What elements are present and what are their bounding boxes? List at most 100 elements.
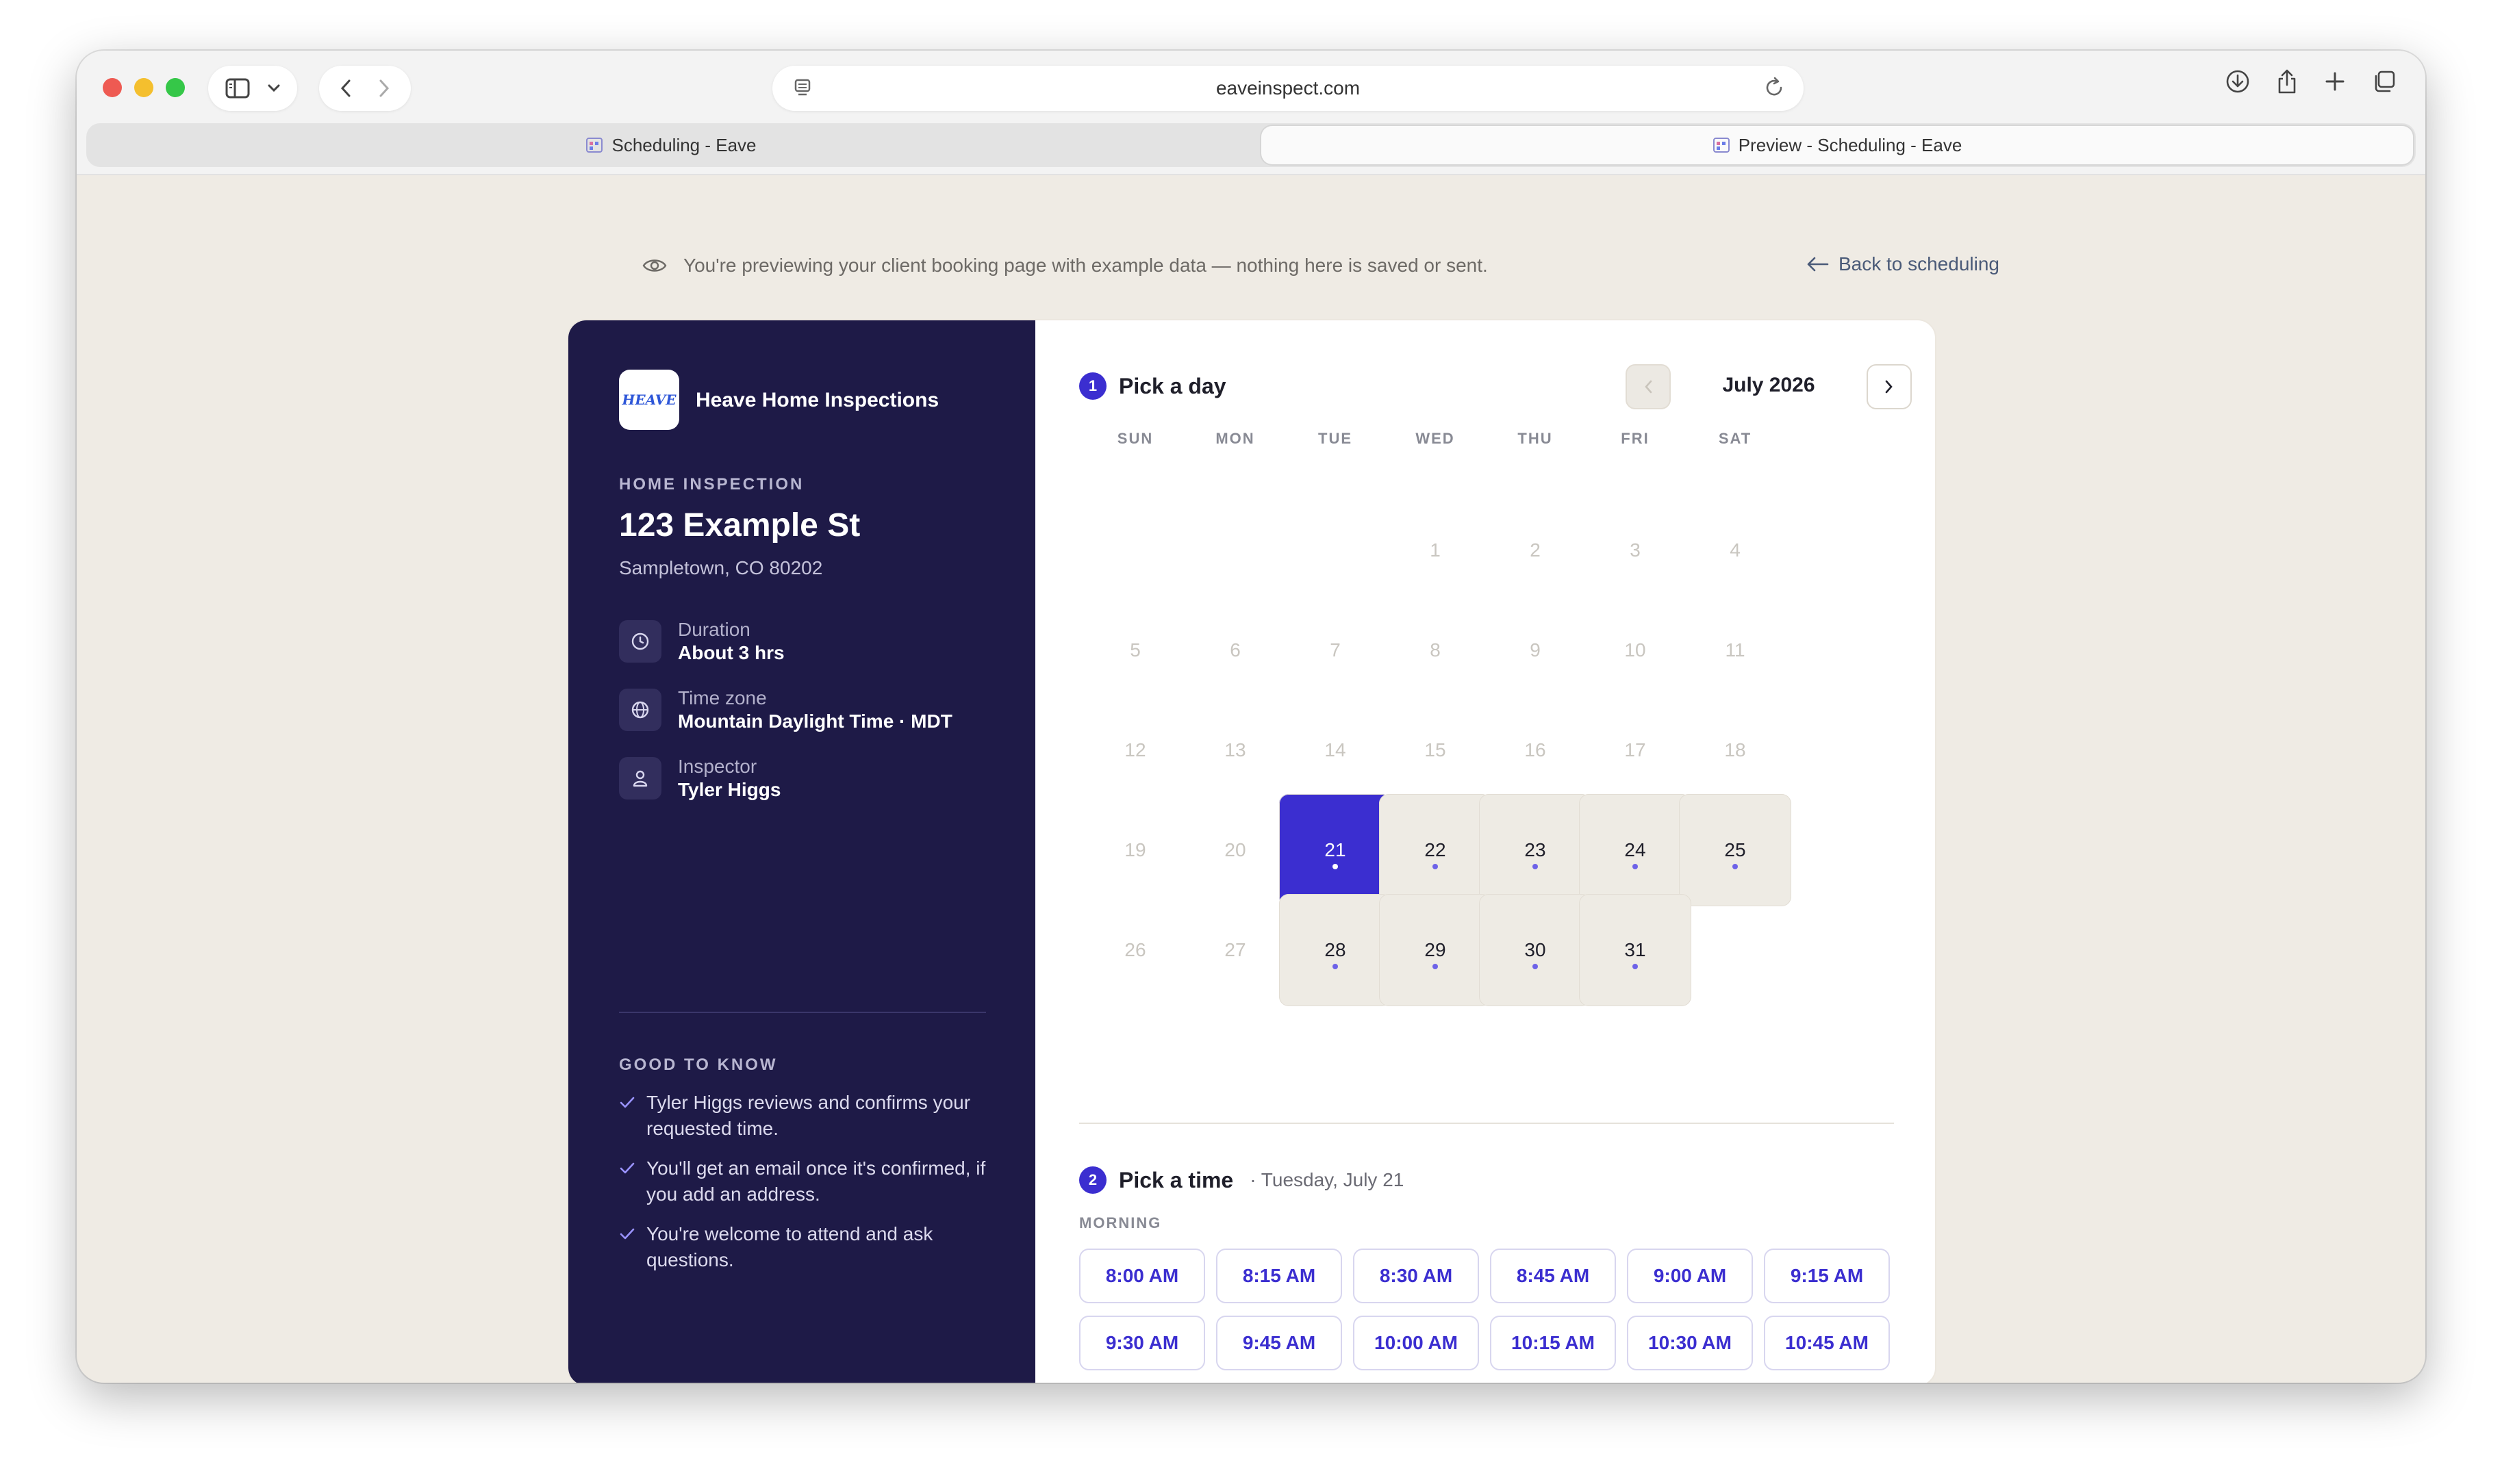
history-nav [319, 66, 411, 111]
step-title: Pick a day [1119, 373, 1226, 398]
calendar-day-unavailable: 5 [1079, 594, 1191, 706]
address-bar[interactable]: eaveinspect.com [772, 66, 1804, 111]
calendar-day-unavailable: 7 [1279, 594, 1391, 706]
day-number: 19 [1124, 839, 1146, 860]
weekday-label: TUE [1318, 430, 1352, 447]
zoom-window-button[interactable] [166, 78, 185, 97]
day-number: 6 [1230, 639, 1241, 661]
time-slot-button[interactable]: 8:00 AM [1079, 1249, 1205, 1303]
tab-scheduling[interactable]: Scheduling - Eave [86, 126, 1256, 164]
day-number: 5 [1130, 639, 1141, 661]
previous-month-button[interactable] [1626, 364, 1671, 409]
globe-icon [619, 689, 661, 731]
selected-date-subtitle: · Tuesday, July 21 [1250, 1169, 1404, 1190]
day-number: 18 [1724, 739, 1746, 760]
calendar-day-unavailable: 10 [1579, 594, 1691, 706]
download-icon[interactable] [2225, 69, 2250, 94]
time-slot-button[interactable]: 8:45 AM [1490, 1249, 1616, 1303]
close-window-button[interactable] [103, 78, 122, 97]
calendar-day-available[interactable]: 23 [1479, 794, 1591, 906]
chevron-left-icon [1645, 380, 1652, 394]
day-number: 31 [1624, 939, 1646, 960]
good-to-know-text: You're welcome to attend and ask questio… [646, 1223, 933, 1270]
day-number: 30 [1524, 939, 1546, 960]
time-slot-button[interactable]: 10:45 AM [1764, 1316, 1890, 1370]
time-slot-button[interactable]: 8:15 AM [1216, 1249, 1342, 1303]
calendar-day-available[interactable]: 25 [1679, 794, 1791, 906]
sidebar-toggle-button[interactable] [208, 66, 297, 111]
time-slot-button[interactable]: 8:30 AM [1353, 1249, 1479, 1303]
day-number: 1 [1430, 539, 1441, 561]
tab-overview-icon[interactable] [2372, 69, 2397, 94]
day-number: 11 [1725, 639, 1745, 661]
next-month-button[interactable] [1867, 364, 1912, 409]
availability-dot [1632, 964, 1638, 969]
day-number: 26 [1124, 939, 1146, 960]
booking-card: HEAVE Heave Home Inspections HOME INSPEC… [567, 319, 1936, 1383]
calendar-day-unavailable: 14 [1279, 694, 1391, 806]
good-to-know-title: GOOD TO KNOW [619, 1056, 778, 1074]
booking-summary-panel: HEAVE Heave Home Inspections HOME INSPEC… [568, 320, 1035, 1383]
good-to-know-item: You'll get an email once it's confirmed,… [619, 1155, 989, 1207]
time-slot-button[interactable]: 9:15 AM [1764, 1249, 1890, 1303]
calendar-day-unavailable: 15 [1379, 694, 1491, 806]
sidebar-icon [225, 78, 250, 99]
weekday-label: WED [1415, 430, 1455, 447]
back-icon[interactable] [340, 79, 351, 98]
time-slot-button[interactable]: 9:30 AM [1079, 1316, 1205, 1370]
calendar-day-available[interactable]: 28 [1279, 894, 1391, 1006]
clock-icon [619, 620, 661, 663]
calendar-day-unavailable: 11 [1679, 594, 1791, 706]
weekday-label: FRI [1621, 430, 1650, 447]
day-number: 9 [1530, 639, 1541, 661]
share-icon[interactable] [2276, 68, 2298, 94]
reload-icon[interactable] [1764, 77, 1784, 99]
minimize-window-button[interactable] [134, 78, 153, 97]
calendar-day-selected[interactable]: 21 [1279, 794, 1391, 906]
tab-bar: Scheduling - Eave Preview - Scheduling -… [86, 123, 2416, 167]
inspector-row: Inspector Tyler Higgs [619, 756, 781, 802]
availability-dot [1432, 964, 1438, 969]
back-to-scheduling-link[interactable]: Back to scheduling [1806, 253, 1999, 275]
logo-text: HEAVE [622, 392, 677, 408]
day-number: 20 [1224, 839, 1246, 860]
eave-favicon-icon [1713, 138, 1730, 153]
calendar-day-unavailable: 1 [1379, 494, 1491, 606]
calendar-day-available[interactable]: 31 [1579, 894, 1691, 1006]
time-slot-button[interactable]: 9:00 AM [1627, 1249, 1753, 1303]
time-slot-button[interactable]: 9:45 AM [1216, 1316, 1342, 1370]
good-to-know-item: Tyler Higgs reviews and confirms your re… [619, 1090, 989, 1142]
tab-preview-scheduling[interactable]: Preview - Scheduling - Eave [1261, 126, 2413, 164]
chevron-right-icon [1885, 380, 1893, 394]
calendar-day-available[interactable]: 30 [1479, 894, 1591, 1006]
property-address: 123 Example St [619, 507, 861, 543]
day-number: 22 [1424, 839, 1446, 860]
browser-window: eaveinspect.com Scheduling - Eave Previe… [77, 51, 2425, 1383]
day-number: 13 [1224, 739, 1246, 760]
calendar-day-available[interactable]: 29 [1379, 894, 1491, 1006]
calendar-day-unavailable: 20 [1179, 794, 1291, 906]
good-to-know-text: You'll get an email once it's confirmed,… [646, 1157, 986, 1205]
calendar-day-available[interactable]: 22 [1379, 794, 1491, 906]
page-settings-icon[interactable] [793, 78, 812, 99]
day-number: 4 [1730, 539, 1741, 561]
weekday-label: SAT [1718, 430, 1752, 447]
forward-icon[interactable] [379, 79, 390, 98]
chevron-down-icon[interactable] [268, 84, 280, 92]
tab-label: Scheduling - Eave [611, 134, 757, 155]
section-divider [1079, 1123, 1894, 1124]
calendar-day-available[interactable]: 24 [1579, 794, 1691, 906]
day-number: 7 [1330, 639, 1341, 661]
eave-favicon-icon [586, 138, 603, 153]
availability-dot [1732, 864, 1738, 869]
new-tab-icon[interactable] [2324, 71, 2346, 92]
time-slot-button[interactable]: 10:15 AM [1490, 1316, 1616, 1370]
time-slot-button[interactable]: 10:00 AM [1353, 1316, 1479, 1370]
day-number: 14 [1324, 739, 1346, 760]
time-slot-button[interactable]: 10:30 AM [1627, 1316, 1753, 1370]
period-label: MORNING [1079, 1214, 1162, 1231]
calendar-day-unavailable: 27 [1179, 894, 1291, 1006]
calendar-day-unavailable: 16 [1479, 694, 1591, 806]
company-logo: HEAVE [619, 370, 679, 430]
availability-dot [1332, 864, 1338, 869]
